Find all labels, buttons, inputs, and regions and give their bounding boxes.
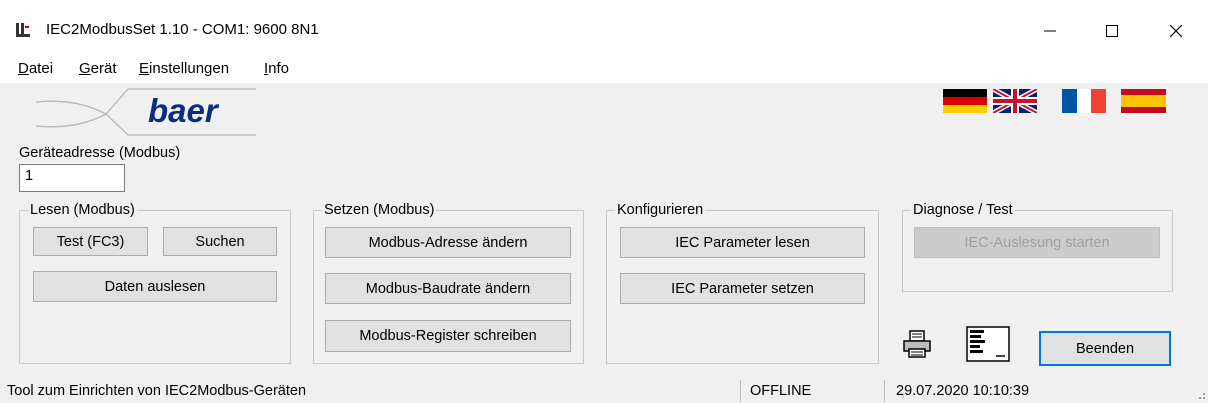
read-data-button[interactable]: Daten auslesen (33, 271, 277, 302)
iec-set-button[interactable]: IEC Parameter setzen (620, 273, 865, 304)
uk-flag-icon[interactable] (993, 89, 1037, 113)
group-title: Diagnose / Test (911, 201, 1015, 219)
menu-accel: E (139, 60, 150, 77)
menu-bar: Datei Gerät Einstellungen Info (0, 58, 1208, 83)
iec-read-button[interactable]: IEC Parameter lesen (620, 227, 865, 258)
test-fc3-button[interactable]: Test (FC3) (33, 227, 148, 256)
menu-label: instellungen (149, 60, 230, 77)
spanish-flag-icon[interactable] (1121, 89, 1166, 113)
status-bar: Tool zum Einrichten von IEC2Modbus-Gerät… (0, 378, 1208, 403)
maximize-icon (1106, 25, 1118, 37)
modbus-register-button[interactable]: Modbus-Register schreiben (325, 320, 571, 352)
status-separator (884, 380, 885, 402)
title-bar: IEC2ModbusSet 1.10 - COM1: 9600 8N1 (0, 0, 1208, 58)
group-title: Setzen (Modbus) (322, 201, 437, 219)
maximize-button[interactable] (1082, 8, 1142, 54)
menu-info[interactable]: Info (264, 60, 289, 77)
log-window-icon[interactable] (966, 326, 1010, 362)
close-button[interactable] (1146, 8, 1206, 54)
app-icon (16, 23, 30, 37)
group-title: Lesen (Modbus) (28, 201, 137, 219)
modbus-baudrate-button[interactable]: Modbus-Baudrate ändern (325, 273, 571, 304)
connection-status: OFFLINE (750, 383, 812, 399)
status-separator (740, 380, 741, 402)
menu-label: atei (28, 60, 54, 77)
status-datetime: 29.07.2020 10:10:39 (896, 383, 1030, 399)
group-title: Konfigurieren (615, 201, 706, 219)
menu-geraet[interactable]: Gerät (79, 60, 117, 77)
search-button[interactable]: Suchen (163, 227, 277, 256)
menu-einstellungen[interactable]: Einstellungen (139, 60, 229, 77)
menu-label: nfo (268, 60, 290, 77)
french-flag-icon[interactable] (1062, 89, 1106, 113)
baer-logo: baer (36, 88, 256, 136)
modbus-address-button[interactable]: Modbus-Adresse ändern (325, 227, 571, 258)
menu-accel: D (18, 60, 29, 77)
iec-readout-start-button[interactable]: IEC-Auslesung starten (914, 227, 1160, 258)
logo-text: baer (148, 92, 220, 129)
status-text: Tool zum Einrichten von IEC2Modbus-Gerät… (7, 383, 307, 399)
german-flag-icon[interactable] (943, 89, 987, 113)
menu-datei[interactable]: Datei (18, 60, 53, 77)
minimize-icon (1044, 30, 1056, 32)
address-input[interactable]: 1 (19, 164, 125, 192)
address-label: Geräteadresse (Modbus) (19, 145, 181, 161)
menu-label: erät (90, 60, 117, 77)
printer-icon[interactable] (902, 329, 932, 359)
close-icon (1169, 24, 1183, 38)
exit-button[interactable]: Beenden (1039, 331, 1171, 366)
resize-grip-icon[interactable] (1196, 390, 1206, 400)
minimize-button[interactable] (1020, 8, 1080, 54)
menu-accel: G (79, 60, 91, 77)
window-title: IEC2ModbusSet 1.10 - COM1: 9600 8N1 (46, 21, 319, 38)
